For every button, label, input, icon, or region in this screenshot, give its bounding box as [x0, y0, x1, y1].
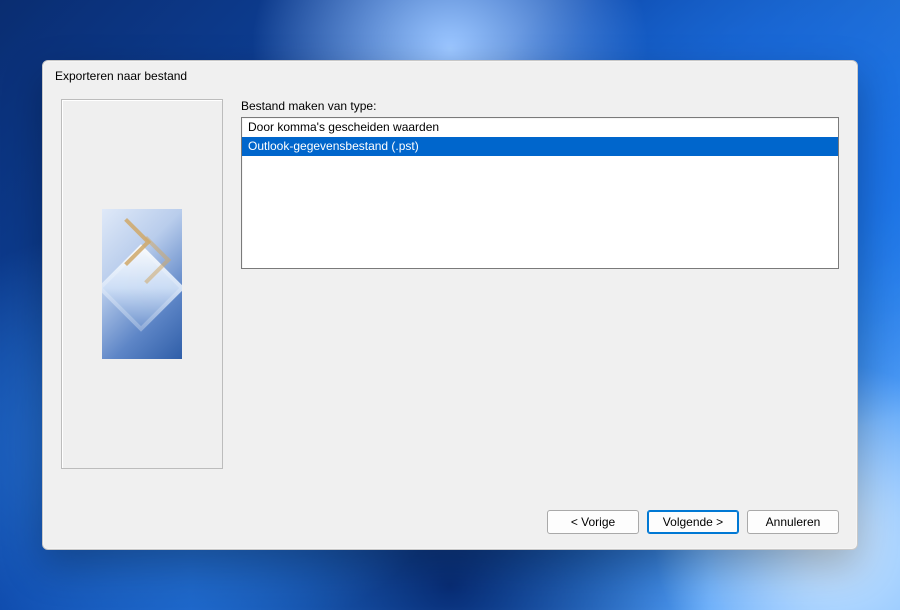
dialog-titlebar: Exporteren naar bestand: [43, 61, 857, 91]
dialog-main: Bestand maken van type: Door komma's ges…: [241, 99, 839, 495]
dialog-button-row: < Vorige Volgende > Annuleren: [43, 495, 857, 549]
file-type-listbox[interactable]: Door komma's gescheiden waarden Outlook-…: [241, 117, 839, 269]
dialog-title: Exporteren naar bestand: [55, 69, 187, 83]
file-type-option-csv[interactable]: Door komma's gescheiden waarden: [242, 118, 838, 137]
dialog-content: Bestand maken van type: Door komma's ges…: [43, 91, 857, 495]
wizard-sidebar-graphic-frame: [61, 99, 223, 469]
export-dialog: Exporteren naar bestand Bestand maken va…: [42, 60, 858, 550]
back-button[interactable]: < Vorige: [547, 510, 639, 534]
next-button[interactable]: Volgende >: [647, 510, 739, 534]
cancel-button[interactable]: Annuleren: [747, 510, 839, 534]
file-type-label: Bestand maken van type:: [241, 99, 839, 113]
wizard-graphic-icon: [102, 209, 182, 359]
file-type-option-pst[interactable]: Outlook-gegevensbestand (.pst): [242, 137, 838, 156]
